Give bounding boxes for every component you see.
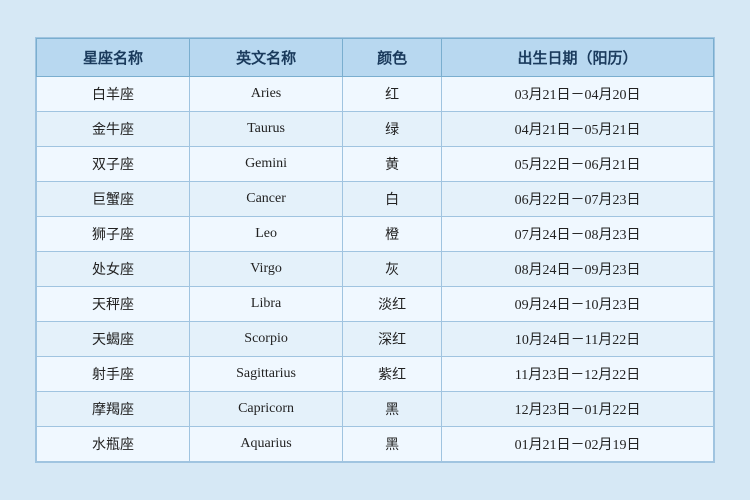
header-english-name: 英文名称	[190, 39, 343, 77]
cell-english: Virgo	[190, 252, 343, 287]
cell-english: Cancer	[190, 182, 343, 217]
cell-chinese: 巨蟹座	[37, 182, 190, 217]
cell-english: Gemini	[190, 147, 343, 182]
cell-color: 灰	[343, 252, 442, 287]
cell-dates: 04月21日－05月21日	[442, 112, 714, 147]
table-row: 金牛座Taurus绿04月21日－05月21日	[37, 112, 714, 147]
table-body: 白羊座Aries红03月21日－04月20日金牛座Taurus绿04月21日－0…	[37, 77, 714, 462]
cell-color: 红	[343, 77, 442, 112]
table-row: 狮子座Leo橙07月24日－08月23日	[37, 217, 714, 252]
cell-dates: 03月21日－04月20日	[442, 77, 714, 112]
table-header-row: 星座名称 英文名称 颜色 出生日期（阳历）	[37, 39, 714, 77]
cell-english: Taurus	[190, 112, 343, 147]
cell-english: Capricorn	[190, 392, 343, 427]
cell-english: Libra	[190, 287, 343, 322]
cell-chinese: 处女座	[37, 252, 190, 287]
zodiac-table: 星座名称 英文名称 颜色 出生日期（阳历） 白羊座Aries红03月21日－04…	[36, 38, 714, 462]
cell-color: 黄	[343, 147, 442, 182]
cell-chinese: 射手座	[37, 357, 190, 392]
cell-chinese: 白羊座	[37, 77, 190, 112]
cell-color: 紫红	[343, 357, 442, 392]
cell-chinese: 水瓶座	[37, 427, 190, 462]
table-row: 巨蟹座Cancer白06月22日－07月23日	[37, 182, 714, 217]
cell-chinese: 摩羯座	[37, 392, 190, 427]
zodiac-table-container: 星座名称 英文名称 颜色 出生日期（阳历） 白羊座Aries红03月21日－04…	[35, 37, 715, 463]
cell-color: 黑	[343, 392, 442, 427]
cell-english: Aquarius	[190, 427, 343, 462]
cell-dates: 07月24日－08月23日	[442, 217, 714, 252]
cell-english: Leo	[190, 217, 343, 252]
table-row: 水瓶座Aquarius黑01月21日－02月19日	[37, 427, 714, 462]
cell-color: 淡红	[343, 287, 442, 322]
cell-chinese: 狮子座	[37, 217, 190, 252]
cell-dates: 01月21日－02月19日	[442, 427, 714, 462]
cell-chinese: 双子座	[37, 147, 190, 182]
table-row: 天蝎座Scorpio深红10月24日－11月22日	[37, 322, 714, 357]
header-chinese-name: 星座名称	[37, 39, 190, 77]
cell-chinese: 金牛座	[37, 112, 190, 147]
cell-dates: 05月22日－06月21日	[442, 147, 714, 182]
cell-color: 橙	[343, 217, 442, 252]
table-row: 天秤座Libra淡红09月24日－10月23日	[37, 287, 714, 322]
cell-dates: 10月24日－11月22日	[442, 322, 714, 357]
cell-english: Sagittarius	[190, 357, 343, 392]
cell-english: Aries	[190, 77, 343, 112]
header-dates: 出生日期（阳历）	[442, 39, 714, 77]
cell-chinese: 天秤座	[37, 287, 190, 322]
cell-dates: 12月23日－01月22日	[442, 392, 714, 427]
cell-color: 深红	[343, 322, 442, 357]
table-row: 白羊座Aries红03月21日－04月20日	[37, 77, 714, 112]
table-row: 摩羯座Capricorn黑12月23日－01月22日	[37, 392, 714, 427]
cell-color: 绿	[343, 112, 442, 147]
table-row: 双子座Gemini黄05月22日－06月21日	[37, 147, 714, 182]
cell-english: Scorpio	[190, 322, 343, 357]
cell-chinese: 天蝎座	[37, 322, 190, 357]
cell-color: 黑	[343, 427, 442, 462]
table-row: 处女座Virgo灰08月24日－09月23日	[37, 252, 714, 287]
cell-dates: 11月23日－12月22日	[442, 357, 714, 392]
cell-dates: 08月24日－09月23日	[442, 252, 714, 287]
table-row: 射手座Sagittarius紫红11月23日－12月22日	[37, 357, 714, 392]
cell-dates: 09月24日－10月23日	[442, 287, 714, 322]
cell-color: 白	[343, 182, 442, 217]
header-color: 颜色	[343, 39, 442, 77]
cell-dates: 06月22日－07月23日	[442, 182, 714, 217]
